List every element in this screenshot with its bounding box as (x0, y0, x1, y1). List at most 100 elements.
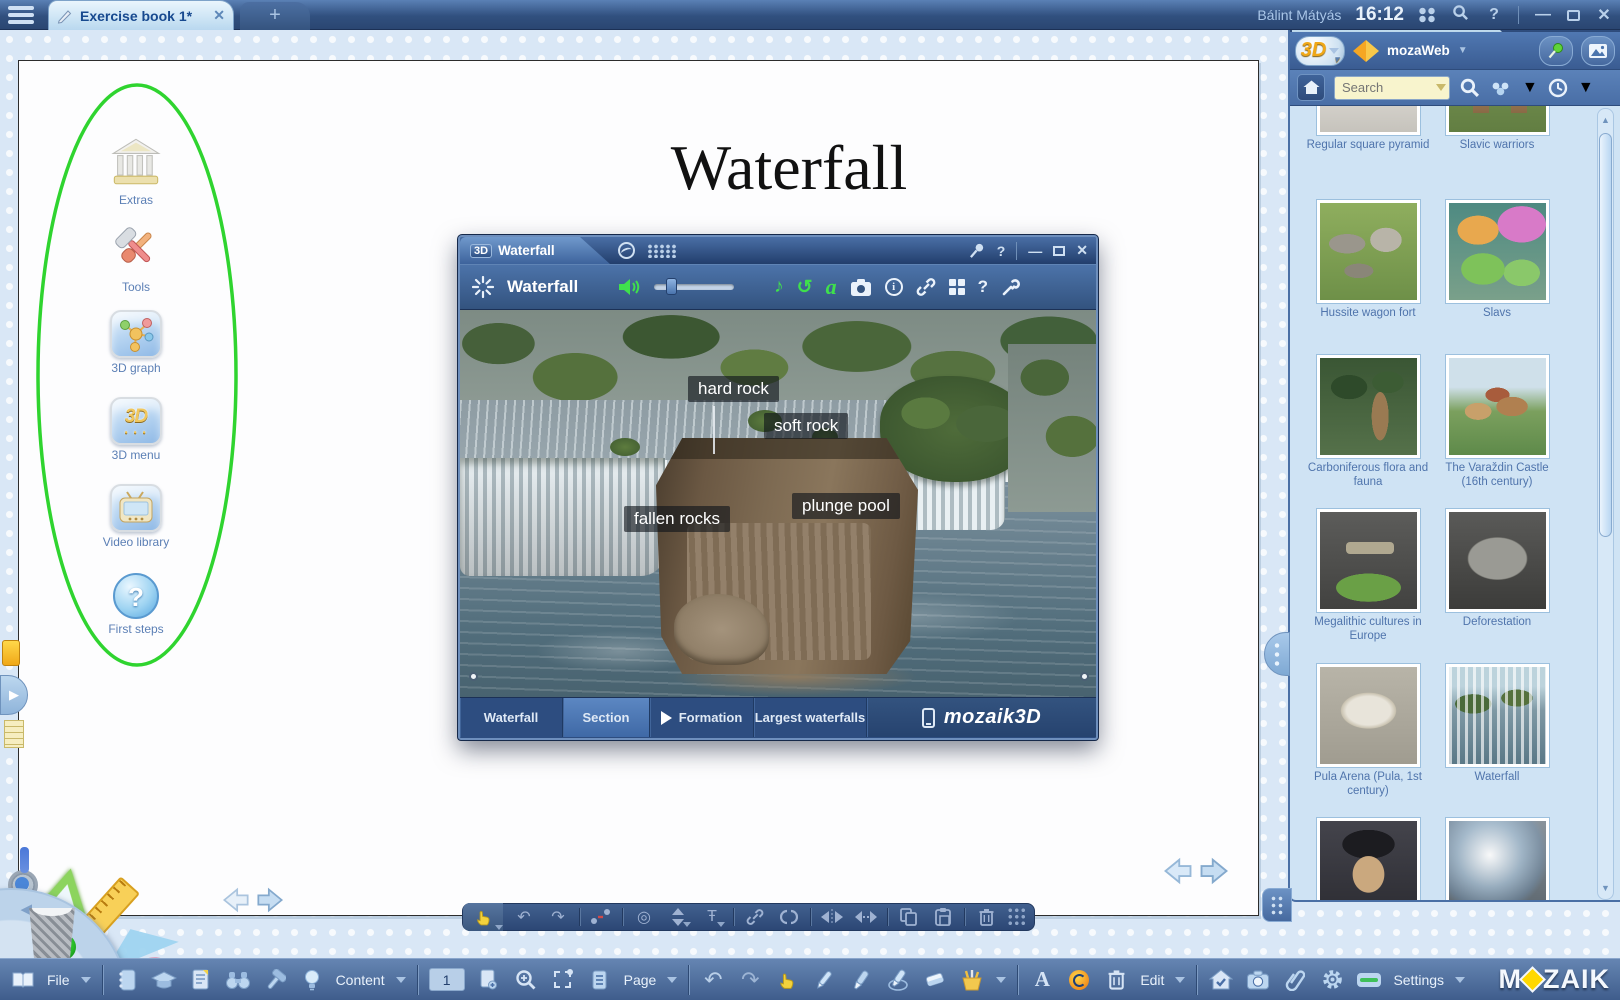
search-scope-dropdown-icon[interactable] (1436, 84, 1446, 91)
pen-tool-icon[interactable] (811, 967, 837, 993)
page-number-input[interactable] (429, 968, 465, 991)
minimize-icon[interactable]: — (1533, 6, 1553, 24)
text-tool[interactable]: A (1029, 967, 1055, 993)
globe-icon[interactable] (618, 242, 635, 259)
launcher-item-3d-graph[interactable]: 3D graph (76, 310, 196, 375)
media-item[interactable]: Pula Arena (Pula, 1st century) (1303, 663, 1433, 798)
viewer-titlebar[interactable]: 3D Waterfall ? — ✕ (460, 237, 1096, 264)
lightbulb-icon[interactable] (299, 967, 325, 993)
media-item[interactable]: Waterfall (1432, 663, 1562, 785)
hand-tool-icon[interactable] (463, 903, 503, 931)
prev-page-arrow[interactable] (1163, 856, 1193, 886)
target-icon[interactable]: ◎ (631, 906, 657, 928)
trash-icon[interactable] (1103, 967, 1129, 993)
file-menu[interactable]: File (47, 972, 70, 988)
pin-icon[interactable] (969, 242, 986, 259)
flip-horizontal-icon[interactable] (819, 906, 845, 928)
source-switch-icon[interactable] (1353, 40, 1379, 62)
copy-icon[interactable] (896, 906, 922, 928)
music-icon[interactable]: ♪ (774, 276, 784, 298)
volume-slider[interactable] (654, 284, 734, 290)
zoom-page-icon[interactable] (513, 967, 539, 993)
3d-filter-badge[interactable]: 3D▾ (1295, 36, 1345, 66)
page-menu-dropdown-icon[interactable] (667, 977, 677, 983)
graduation-cap-icon[interactable] (151, 967, 177, 993)
settings-menu-dropdown-icon[interactable] (1455, 977, 1465, 983)
home-button[interactable] (1297, 74, 1325, 101)
next-page-arrow[interactable] (256, 886, 284, 914)
volume-icon[interactable] (617, 277, 641, 297)
media-item[interactable] (1303, 817, 1433, 900)
3d-scene[interactable]: hard rock soft rock fallen rocks plunge … (460, 309, 1096, 698)
media-item[interactable]: Slavic warriors (1432, 106, 1562, 153)
close-app-icon[interactable]: ✕ (1594, 5, 1614, 25)
media-item[interactable]: The Varaždin Castle (16th century) (1432, 354, 1562, 489)
arrange-vertical-icon[interactable] (665, 906, 691, 928)
search-go-icon[interactable] (1459, 77, 1480, 98)
image-view-button[interactable] (1581, 36, 1615, 66)
media-item-thumbnail[interactable] (1445, 663, 1550, 768)
viewer-tab-formation[interactable]: Formation (650, 698, 754, 737)
search-icon[interactable] (1450, 4, 1470, 26)
main-menu-icon[interactable] (8, 4, 34, 26)
drag-dots-icon[interactable] (647, 244, 677, 258)
snapshot-camera-icon[interactable] (850, 278, 872, 297)
document-tab[interactable]: Exercise book 1* ✕ (48, 0, 234, 30)
volume-slider-thumb[interactable] (666, 278, 677, 295)
media-item-thumbnail[interactable] (1316, 106, 1421, 136)
marker-tool-icon[interactable] (848, 967, 874, 993)
media-item-thumbnail[interactable] (1445, 817, 1550, 900)
media-item-thumbnail[interactable] (1445, 354, 1550, 459)
viewer-tab-largest-waterfalls[interactable]: Largest waterfalls (754, 698, 867, 737)
media-item-thumbnail[interactable] (1445, 106, 1550, 136)
scroll-up-icon[interactable]: ▲ (1599, 110, 1612, 130)
content-menu-dropdown-icon[interactable] (396, 977, 406, 983)
media-item[interactable]: Hussite wagon fort (1303, 199, 1433, 321)
pen-holder-icon[interactable] (959, 967, 985, 993)
link-icon[interactable] (916, 277, 936, 297)
launcher-item-first-steps[interactable]: ? First steps (76, 573, 196, 636)
media-item-thumbnail[interactable] (1316, 817, 1421, 900)
scrollbar-thumb[interactable] (1599, 133, 1612, 537)
notepad-widget[interactable] (4, 720, 24, 748)
gear-icon[interactable] (1319, 967, 1345, 993)
launcher-item-tools[interactable]: Tools (76, 224, 196, 294)
media-item-thumbnail[interactable] (1316, 663, 1421, 768)
undo-icon[interactable]: ↶ (511, 906, 537, 928)
media-item[interactable]: Regular square pyramid (1303, 106, 1433, 153)
undo-icon[interactable]: ↶ (700, 967, 726, 993)
source-dropdown-icon[interactable]: ▼ (1458, 45, 1468, 56)
media-item[interactable]: Deforestation (1432, 508, 1562, 630)
delete-icon[interactable] (973, 906, 999, 928)
restore-window-icon[interactable] (1567, 10, 1580, 21)
history-dropdown-icon[interactable]: ▼ (1578, 79, 1594, 97)
pen-holder-dropdown-icon[interactable] (996, 977, 1006, 983)
ungroup-icon[interactable] (776, 906, 802, 928)
media-item-thumbnail[interactable] (1316, 354, 1421, 459)
edit-menu-dropdown-icon[interactable] (1175, 977, 1185, 983)
launcher-item-3d-menu[interactable]: 3D• • • 3D menu (76, 397, 196, 462)
scroll-down-icon[interactable]: ▼ (1599, 878, 1612, 898)
booklet-icon[interactable] (114, 967, 140, 993)
viewer-tab-waterfall[interactable]: Waterfall (460, 698, 563, 737)
hand-draw-icon[interactable] (774, 967, 800, 993)
search-input[interactable] (1334, 76, 1450, 100)
viewer-tab-section[interactable]: Section (563, 698, 650, 737)
next-page-arrow[interactable] (1199, 856, 1229, 886)
screenshot-camera-icon[interactable] (1245, 967, 1271, 993)
sticker-widget[interactable] (2, 640, 20, 666)
settings-menu[interactable]: Settings (1393, 972, 1444, 988)
panel-corner-grip[interactable] (1262, 888, 1292, 922)
media-item[interactable]: Carboniferous flora and fauna (1303, 354, 1433, 489)
hammer-tool-icon[interactable] (262, 967, 288, 993)
group-link-icon[interactable] (742, 906, 768, 928)
media-item[interactable]: Slavs (1432, 199, 1562, 321)
add-page-icon[interactable] (476, 967, 502, 993)
viewer-minimize-icon[interactable]: — (1028, 243, 1042, 259)
paste-icon[interactable] (930, 906, 956, 928)
pin-panel-button[interactable] (1539, 36, 1573, 66)
edit-menu[interactable]: Edit (1140, 972, 1164, 988)
viewer-maximize-icon[interactable] (1053, 246, 1065, 256)
content-menu[interactable]: Content (336, 972, 385, 988)
tab-close-icon[interactable]: ✕ (213, 7, 225, 24)
